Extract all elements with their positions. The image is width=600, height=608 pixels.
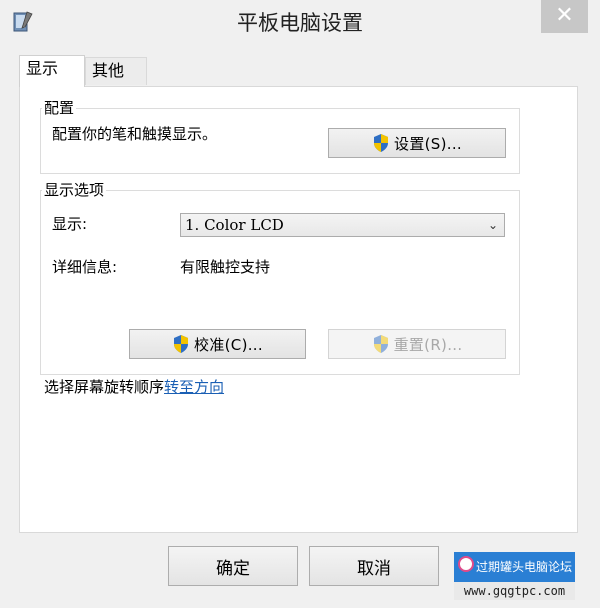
tab-display[interactable]: 显示 xyxy=(19,55,85,87)
watermark-title: 过期罐头电脑论坛 xyxy=(476,560,573,574)
watermark-url: www.gqgtpc.com xyxy=(454,582,575,600)
config-group-legend: 配置 xyxy=(42,99,77,117)
reset-button[interactable]: 重置(R)... xyxy=(328,329,506,359)
go-to-orientation-link[interactable]: 转至方向 xyxy=(164,378,224,396)
forum-logo-icon xyxy=(458,556,474,572)
display-select[interactable]: 1. Color LCD ⌄ xyxy=(180,213,505,237)
reset-button-label: 重置(R)... xyxy=(393,335,463,354)
ok-button-label: 确定 xyxy=(216,558,250,579)
display-options-legend: 显示选项 xyxy=(42,181,107,199)
ok-button[interactable]: 确定 xyxy=(168,546,298,586)
chevron-down-icon: ⌄ xyxy=(487,218,498,232)
uac-shield-icon xyxy=(373,335,388,353)
title-bar: 平板电脑设置 ✕ xyxy=(0,0,600,44)
tab-other[interactable]: 其他 xyxy=(85,57,147,85)
cancel-button-label: 取消 xyxy=(357,558,391,579)
tab-label: 显示 xyxy=(26,59,59,78)
close-icon: ✕ xyxy=(555,3,574,28)
setup-button[interactable]: 设置(S)... xyxy=(328,128,506,158)
uac-shield-icon xyxy=(174,335,189,353)
details-label: 详细信息: xyxy=(52,258,118,276)
calibrate-button[interactable]: 校准(C)... xyxy=(129,329,306,359)
rotation-text: 选择屏幕旋转顺序 xyxy=(44,378,165,396)
display-label: 显示: xyxy=(52,215,88,233)
uac-shield-icon xyxy=(374,134,389,152)
setup-button-label: 设置(S)... xyxy=(394,134,462,153)
display-select-value: 1. Color LCD xyxy=(185,216,284,234)
tab-label: 其他 xyxy=(92,61,125,80)
config-description: 配置你的笔和触摸显示。 xyxy=(52,125,218,143)
calibrate-button-label: 校准(C)... xyxy=(194,335,263,354)
details-value: 有限触控支持 xyxy=(180,258,271,276)
window-title: 平板电脑设置 xyxy=(237,11,363,35)
rotation-row: 选择屏幕旋转顺序转至方向 xyxy=(44,378,224,396)
close-button[interactable]: ✕ xyxy=(541,0,588,33)
watermark: 过期罐头电脑论坛 www.gqgtpc.com xyxy=(454,552,575,600)
cancel-button[interactable]: 取消 xyxy=(309,546,439,586)
